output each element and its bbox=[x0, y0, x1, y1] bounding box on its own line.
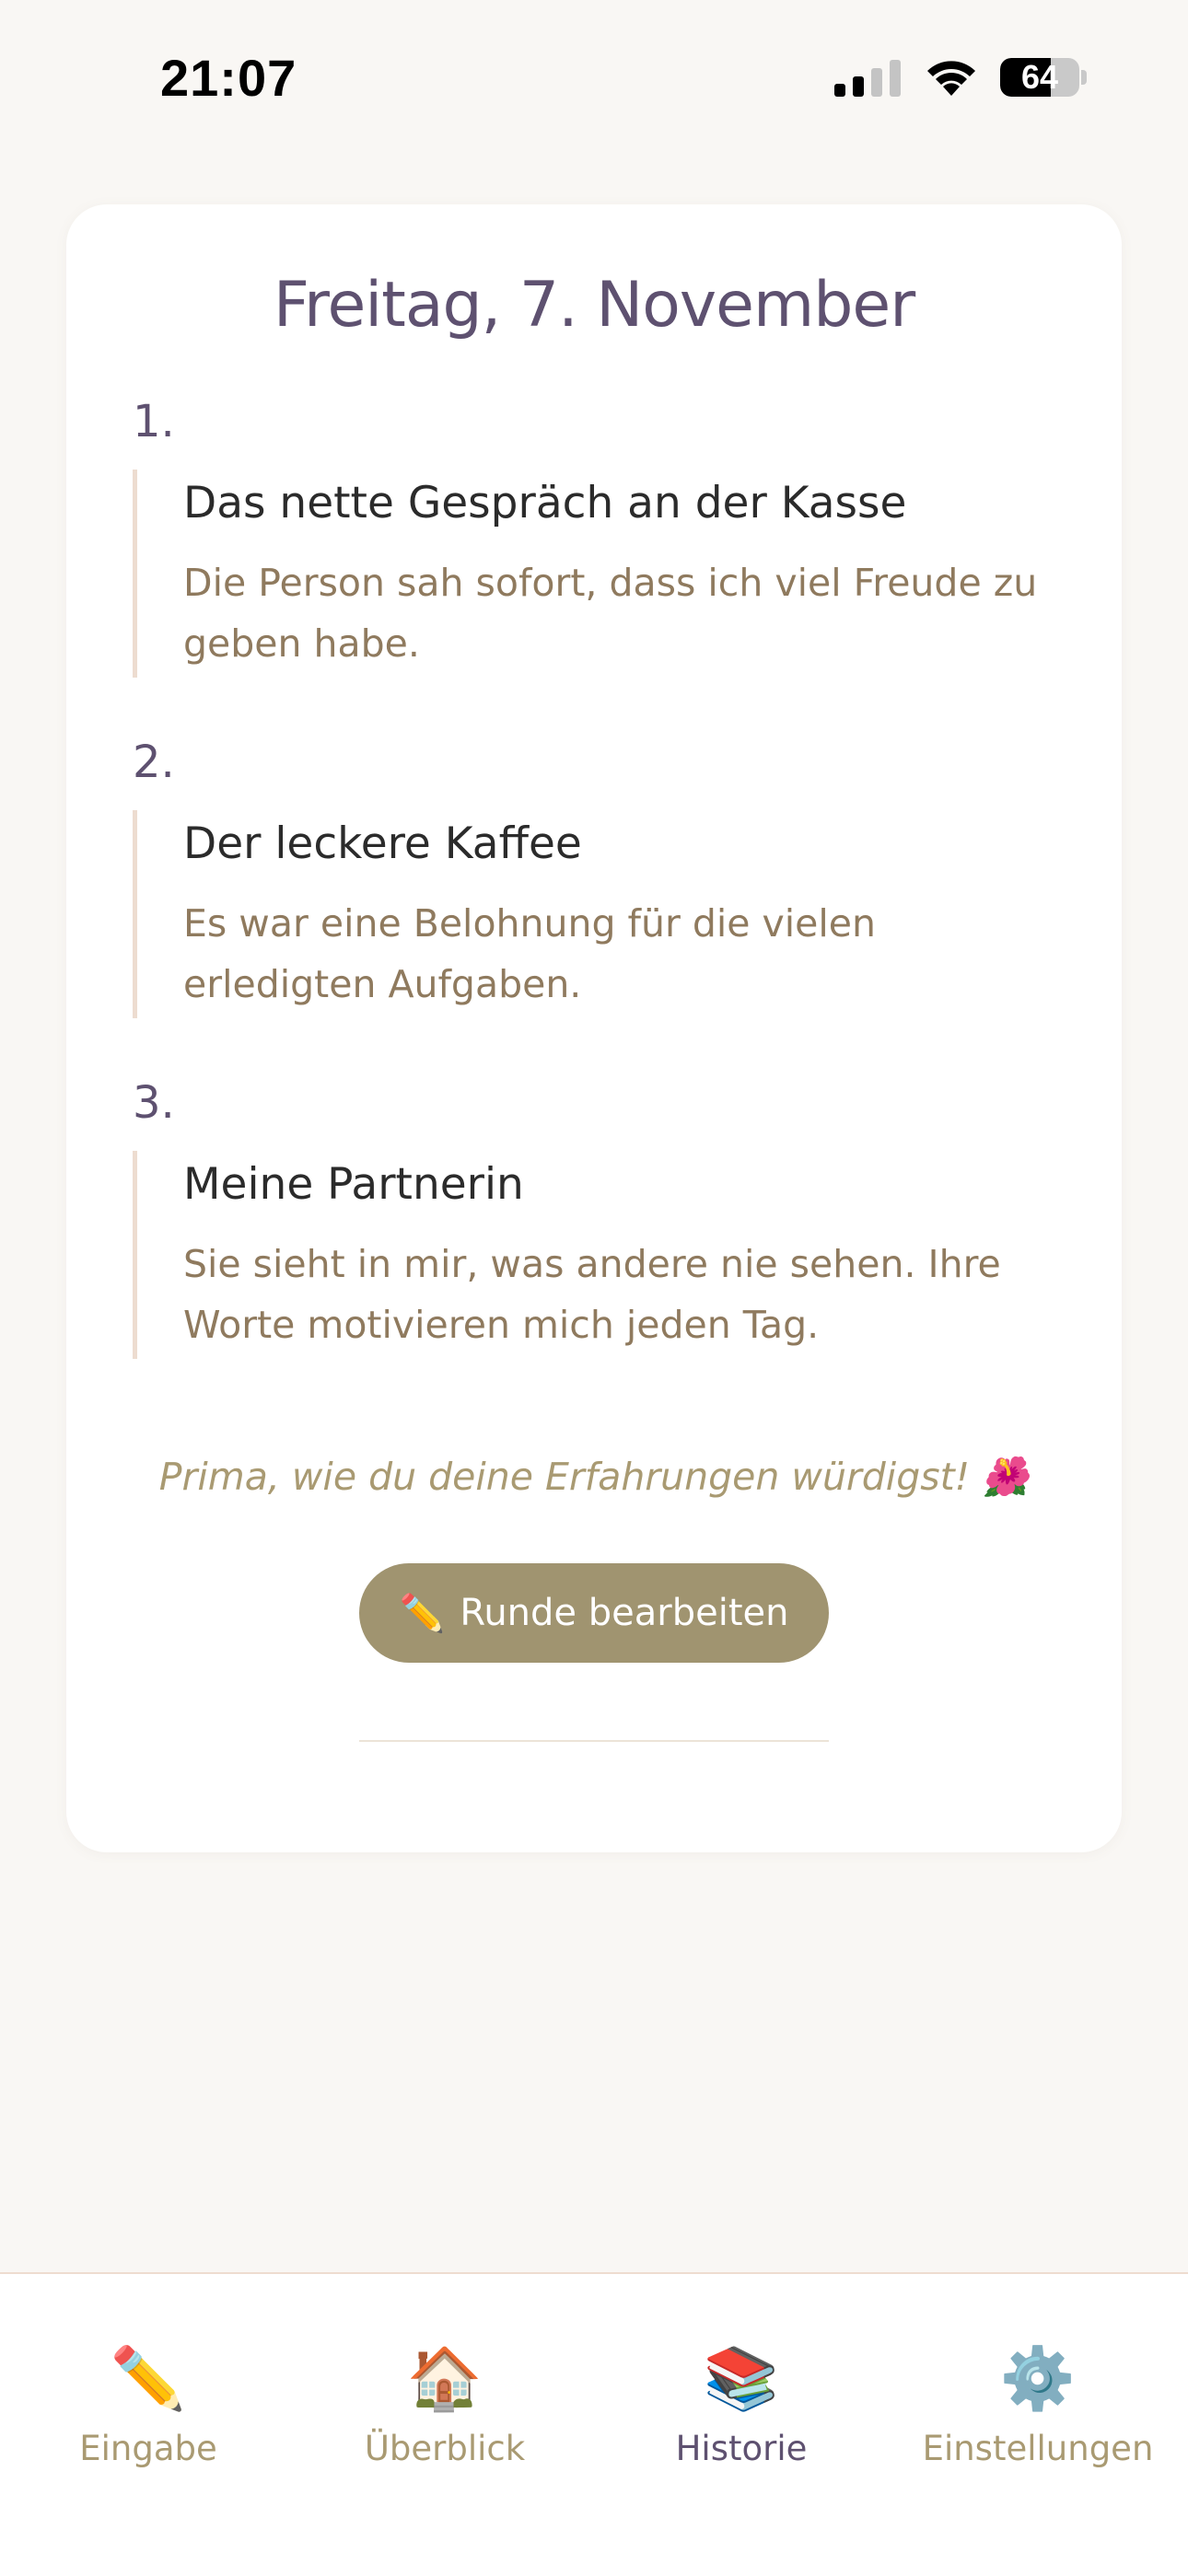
cellular-signal-icon bbox=[834, 60, 901, 97]
entry-text: Sie sieht in mir, was andere nie sehen. … bbox=[183, 1242, 1001, 1347]
tab-einstellungen[interactable]: ⚙️ Einstellungen bbox=[890, 2338, 1186, 2468]
entry-body: Das nette Gespräch an der Kasse Die Pers… bbox=[133, 470, 1063, 678]
history-card: Freitag, 7. November 1. Das nette Gesprä… bbox=[66, 204, 1122, 1852]
battery-icon: 64 bbox=[1000, 58, 1079, 97]
gear-icon: ⚙️ bbox=[999, 2344, 1077, 2412]
entry-text: Die Person sah sofort, dass ich viel Fre… bbox=[183, 561, 1038, 666]
entry-text: Es war eine Belohnung für die vielen erl… bbox=[183, 901, 876, 1006]
tab-historie[interactable]: 📚 Historie bbox=[593, 2338, 890, 2468]
entry-title: Der leckere Kaffee bbox=[183, 818, 582, 869]
entry-number: 2. bbox=[133, 737, 175, 788]
tab-label: Historie bbox=[675, 2429, 808, 2468]
battery-nub bbox=[1081, 70, 1087, 85]
battery-level: 64 bbox=[1020, 58, 1059, 96]
entry-1: 1. Das nette Gespräch an der Kasse Die P… bbox=[133, 396, 1063, 678]
books-icon: 📚 bbox=[703, 2344, 780, 2412]
entry-2: 2. Der leckere Kaffee Es war eine Belohn… bbox=[133, 737, 1063, 1018]
tab-ueberblick[interactable]: 🏠 Überblick bbox=[297, 2338, 593, 2468]
tab-eingabe[interactable]: ✏️ Eingabe bbox=[0, 2338, 297, 2468]
entry-number: 3. bbox=[133, 1077, 175, 1129]
entry-title: Meine Partnerin bbox=[183, 1159, 524, 1210]
tab-label: Überblick bbox=[364, 2429, 526, 2468]
entry-number: 1. bbox=[133, 396, 175, 447]
tab-bar: ✏️ Eingabe 🏠 Überblick 📚 Historie ⚙️ Ein… bbox=[0, 2272, 1188, 2576]
date-title: Freitag, 7. November bbox=[273, 269, 915, 342]
status-time: 21:07 bbox=[160, 49, 297, 107]
status-bar: 21:07 64 bbox=[0, 0, 1188, 157]
house-icon: 🏠 bbox=[406, 2344, 483, 2412]
entry-3: 3. Meine Partnerin Sie sieht in mir, was… bbox=[133, 1077, 1063, 1359]
pencil-icon: ✏️ bbox=[399, 1592, 446, 1635]
edit-round-label: Runde bearbeiten bbox=[460, 1592, 789, 1634]
entry-body: Der leckere Kaffee Es war eine Belohnung… bbox=[133, 810, 1063, 1018]
status-icons: 64 bbox=[834, 57, 1087, 98]
entry-title: Das nette Gespräch an der Kasse bbox=[183, 478, 907, 528]
tab-label: Eingabe bbox=[79, 2429, 217, 2468]
edit-round-button[interactable]: ✏️ Runde bearbeiten bbox=[359, 1563, 829, 1663]
pencil-icon: ✏️ bbox=[110, 2344, 187, 2412]
tab-label: Einstellungen bbox=[922, 2429, 1154, 2468]
praise-message: Prima, wie du deine Erfahrungen würdigst… bbox=[158, 1455, 1030, 1499]
card-divider bbox=[359, 1740, 829, 1742]
wifi-icon bbox=[927, 61, 975, 96]
entry-body: Meine Partnerin Sie sieht in mir, was an… bbox=[133, 1151, 1063, 1359]
